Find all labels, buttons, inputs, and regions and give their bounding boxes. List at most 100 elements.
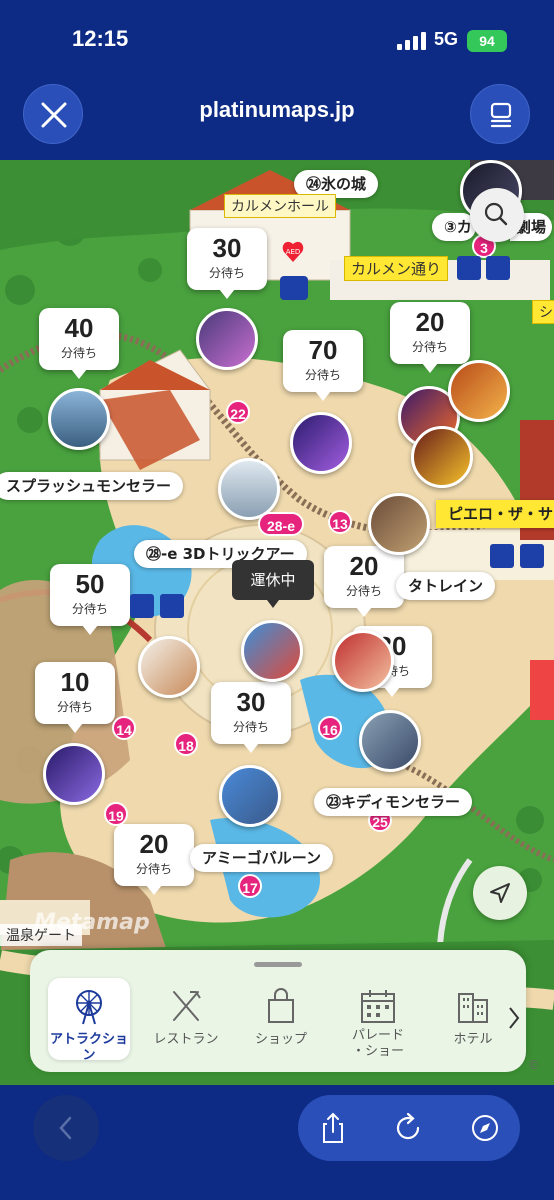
attraction-photo-marker[interactable] <box>332 630 394 692</box>
wait-time-badge[interactable]: 50 分待ち <box>50 564 130 635</box>
ferris-wheel-icon <box>76 990 102 1025</box>
category-parade-show[interactable]: パレード ・ショー <box>337 978 419 1060</box>
attraction-photo-marker[interactable] <box>290 412 352 474</box>
attraction-number-pin[interactable]: 13 <box>328 510 352 534</box>
category-bar: アトラクション レストラン ショップ パレード ・ショー ホテル <box>30 950 526 1072</box>
attraction-photo-marker[interactable] <box>43 743 105 805</box>
attraction-label[interactable]: タトレイン <box>396 572 496 600</box>
chevron-right-icon[interactable] <box>506 1006 522 1030</box>
attraction-number-pin[interactable]: 18 <box>174 732 198 756</box>
wait-unit: 分待ち <box>135 862 172 876</box>
attraction-photo-marker[interactable] <box>48 388 110 450</box>
attraction-label[interactable]: アミーゴバルーン <box>190 844 333 872</box>
locate-me-button[interactable] <box>473 866 527 920</box>
wait-unit: 分待ち <box>411 340 448 354</box>
attraction-label[interactable]: ㉓キディモンセラー <box>314 788 472 816</box>
wait-unit: 分待ち <box>71 602 108 616</box>
browser-header: platinumaps.jp <box>0 80 554 160</box>
attraction-number-pin[interactable]: 17 <box>238 874 262 898</box>
wait-minutes: 10 <box>60 667 90 697</box>
park-map[interactable]: 30 分待ち 40 分待ち 70 分待ち 20 分待ち 20 分待ち 50 分待… <box>0 160 554 1085</box>
attraction-photo-marker[interactable] <box>411 426 473 488</box>
back-button[interactable] <box>33 1095 99 1161</box>
status-time: 12:15 <box>72 26 129 51</box>
category-label: レストラン <box>153 1032 219 1047</box>
attraction-label[interactable]: ピエロ・ザ・サ <box>436 500 554 528</box>
map-search-button[interactable] <box>470 188 524 242</box>
attraction-photo-marker[interactable] <box>196 308 258 370</box>
reload-icon[interactable] <box>391 1111 425 1145</box>
aed-icon: AED <box>282 241 304 262</box>
wait-minutes: 40 <box>64 313 94 343</box>
search-icon <box>484 202 508 226</box>
wait-time-badge[interactable]: 20 分待ち <box>114 824 194 895</box>
shopping-bag-icon <box>268 988 294 1023</box>
wait-unit: 分待ち <box>304 368 341 382</box>
tabs-button[interactable] <box>470 84 530 144</box>
category-shop[interactable]: ショップ <box>240 978 322 1060</box>
hotel-icon <box>458 993 488 1023</box>
attraction-photo-marker[interactable] <box>218 458 280 520</box>
closed-tooltip: 運休中 <box>232 560 314 608</box>
restroom-icon <box>490 544 514 568</box>
compass-icon[interactable] <box>468 1111 502 1145</box>
restroom-icon <box>457 256 481 280</box>
category-restaurant[interactable]: レストラン <box>145 978 227 1060</box>
wheelchair-icon <box>160 594 184 618</box>
wait-minutes: 50 <box>75 569 105 599</box>
restroom-icon <box>130 594 154 618</box>
attraction-number-pin[interactable]: 16 <box>318 716 342 740</box>
wait-minutes: 30 <box>236 687 266 717</box>
drag-handle[interactable] <box>254 962 302 967</box>
category-hotel[interactable]: ホテル <box>432 978 514 1060</box>
map-copyright: © <box>528 1058 540 1072</box>
wait-time-badge[interactable]: 20 分待ち <box>390 302 470 373</box>
share-icon[interactable] <box>316 1111 350 1145</box>
attraction-number-pin[interactable]: 19 <box>104 802 128 826</box>
wait-unit: 分待ち <box>56 700 93 714</box>
fork-knife-icon <box>173 991 201 1021</box>
battery-indicator: 94 <box>467 30 507 52</box>
attraction-photo-marker[interactable] <box>241 620 303 682</box>
browser-toolbar <box>0 1085 554 1200</box>
wait-minutes: 20 <box>415 307 445 337</box>
watermark: Metamap <box>34 910 150 935</box>
attraction-photo-marker[interactable] <box>359 710 421 772</box>
wait-unit: 分待ち <box>60 346 97 360</box>
wait-minutes: 20 <box>139 829 169 859</box>
attraction-photo-marker[interactable] <box>448 360 510 422</box>
status-bar: 12:15 5G 94 <box>0 0 554 80</box>
category-label: パレード ・ショー <box>337 1028 419 1060</box>
wheelchair-icon <box>486 256 510 280</box>
wifi-icon <box>280 276 308 300</box>
attraction-number-pin[interactable]: 28-e <box>258 512 304 536</box>
area-sign: シ <box>532 300 554 324</box>
wait-unit: 分待ち <box>345 584 382 598</box>
wait-unit: 分待ち <box>232 720 269 734</box>
attraction-number-pin[interactable]: 22 <box>226 400 250 424</box>
category-label: アトラクション <box>49 1032 128 1063</box>
signal-icon <box>397 32 427 50</box>
category-label: ショップ <box>254 1032 307 1047</box>
wait-unit: 分待ち <box>208 266 245 280</box>
area-sign: カルメン通り <box>344 256 449 281</box>
wait-time-badge[interactable]: 10 分待ち <box>35 662 115 733</box>
attraction-label[interactable]: スプラッシュモンセラー <box>0 472 184 500</box>
attraction-photo-marker[interactable] <box>368 493 430 555</box>
wait-minutes: 70 <box>308 335 338 365</box>
wait-time-badge[interactable]: 20 分待ち <box>324 546 404 617</box>
wait-time-badge[interactable]: 70 分待ち <box>283 330 363 401</box>
category-attraction[interactable]: アトラクション <box>48 978 130 1063</box>
category-label: ホテル <box>453 1032 493 1047</box>
area-sign: カルメンホール <box>224 194 336 218</box>
wait-time-badge[interactable]: 30 分待ち <box>211 682 291 753</box>
wait-time-badge[interactable]: 40 分待ち <box>39 308 119 379</box>
attraction-number-pin[interactable]: 14 <box>112 716 136 740</box>
attraction-photo-marker[interactable] <box>138 636 200 698</box>
attraction-photo-marker[interactable] <box>219 765 281 827</box>
svg-text:AED: AED <box>286 248 301 256</box>
tabs-icon <box>490 102 512 128</box>
toolbar-actions <box>298 1095 520 1161</box>
wait-time-badge[interactable]: 30 分待ち <box>187 228 267 299</box>
network-type: 5G <box>434 29 459 49</box>
